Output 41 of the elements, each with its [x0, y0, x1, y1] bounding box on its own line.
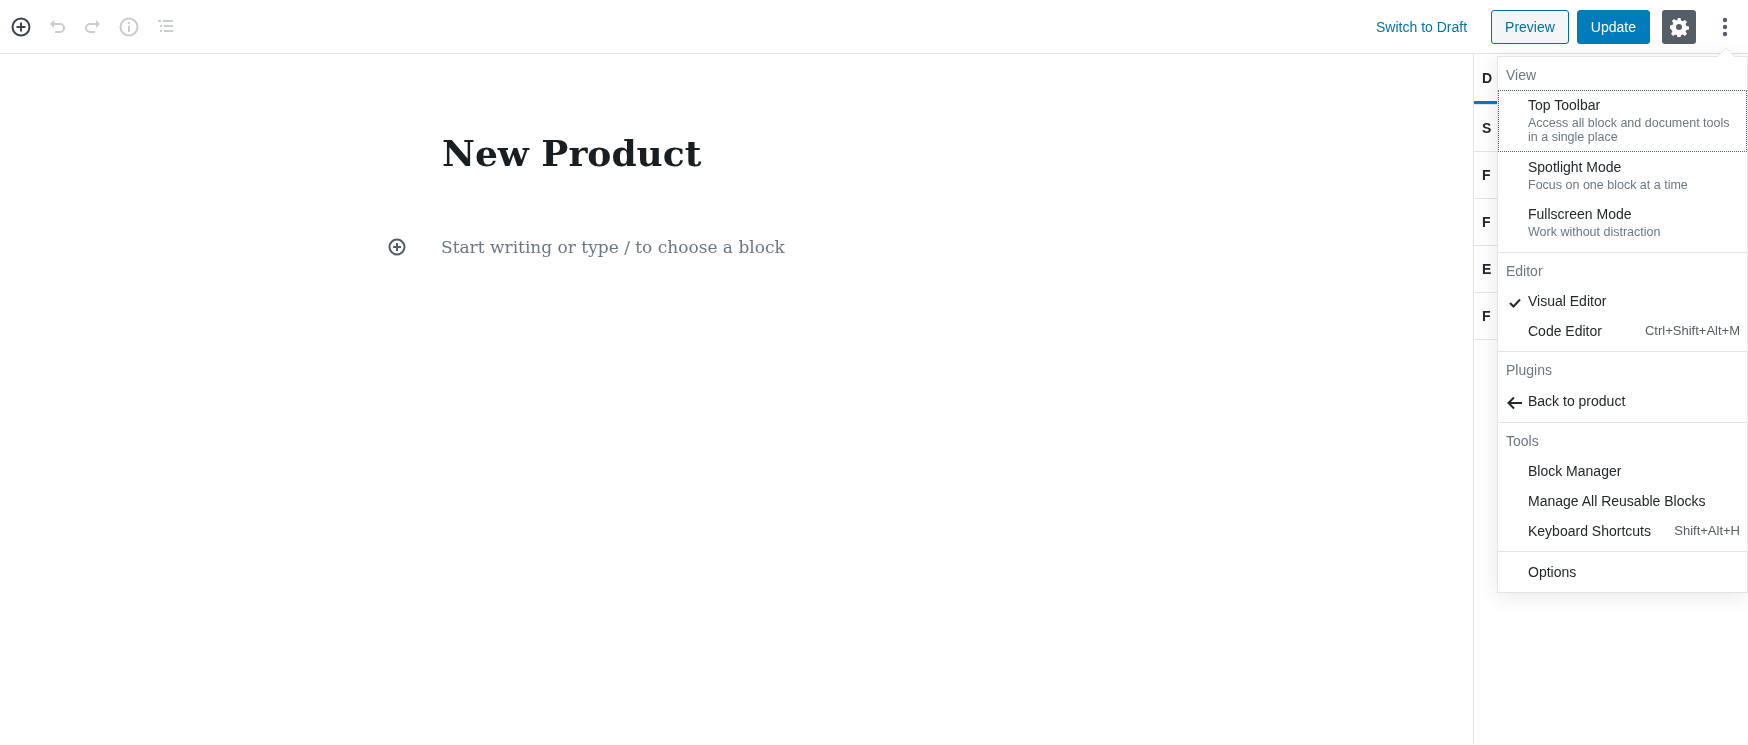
menu-item-label: Manage All Reusable Blocks [1528, 492, 1706, 509]
menu-item[interactable]: Code Editor Ctrl+Shift+Alt+M [1498, 315, 1747, 346]
preview-button[interactable]: Preview [1491, 9, 1569, 44]
menu-item[interactable]: Manage All Reusable Blocks [1498, 485, 1747, 516]
settings-button[interactable] [1662, 9, 1696, 44]
gear-icon [1669, 16, 1689, 37]
menu-item[interactable]: Options [1498, 556, 1747, 587]
menu-item[interactable]: Top Toolbar Access all block and document tools in a single place [1498, 90, 1747, 152]
update-button[interactable]: Update [1576, 9, 1650, 44]
menu-item-label: Block Manager [1528, 462, 1622, 479]
menu-item[interactable]: Keyboard Shortcuts Shift+Alt+H [1498, 515, 1747, 546]
menu-item-label: Fullscreen Mode [1528, 206, 1632, 223]
menu-item-label: Code Editor [1528, 322, 1602, 339]
menu-item-label: Visual Editor [1528, 292, 1607, 309]
menu-item[interactable]: Back to product [1498, 384, 1747, 417]
paragraph-field[interactable]: Start writing or type / to choose a block [441, 237, 861, 258]
menu-item-description: Focus on one block at a time [1528, 177, 1689, 193]
menu-item-label: Back to product [1528, 392, 1626, 409]
shortcut-text: Shift+Alt+H [1674, 522, 1740, 539]
menu-item[interactable]: Fullscreen Mode Work without distraction [1498, 199, 1747, 247]
menu-item[interactable]: Visual Editor [1498, 285, 1747, 316]
info-icon [118, 15, 140, 38]
add-block-icon[interactable] [387, 237, 407, 258]
menu-item[interactable]: Spotlight Mode Focus on one block at a time [1498, 151, 1747, 200]
menu-group-label: Tools [1505, 431, 1540, 451]
menu-group-label: View [1505, 66, 1538, 85]
menu-item-label: Top Toolbar [1528, 97, 1601, 113]
menu-item-description: Access all block and document tools in a single place [1528, 116, 1731, 145]
menu-item[interactable]: Block Manager [1498, 455, 1747, 486]
menu-item-label: Options [1528, 563, 1577, 580]
arrow-left-icon [1507, 395, 1523, 410]
menu-group-label: Plugins [1505, 360, 1553, 380]
switch-to-draft-link[interactable]: Switch to Draft [1376, 18, 1468, 35]
plus-circle-icon [10, 15, 32, 38]
menu-item-label: Keyboard Shortcuts [1528, 522, 1651, 539]
menu-group-label: Editor [1505, 261, 1544, 281]
post-title[interactable]: New Product [442, 132, 1473, 176]
shortcut-text: Ctrl+Shift+Alt+M [1645, 322, 1740, 339]
menu-item-description: Work without distraction [1528, 225, 1662, 240]
vertical-dots-icon [1722, 16, 1728, 37]
menu-item-label: Spotlight Mode [1528, 158, 1622, 175]
